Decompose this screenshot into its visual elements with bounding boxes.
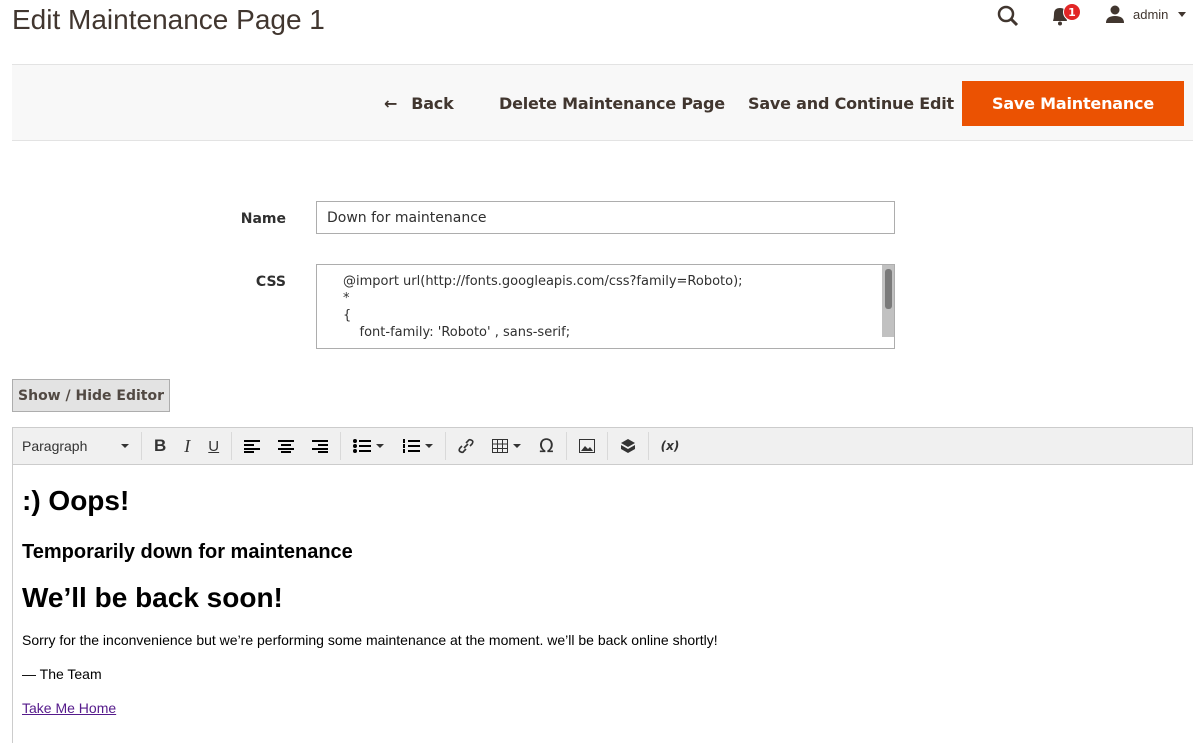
heading-down: Temporarily down for maintenance [22,541,353,563]
page-title: Edit Maintenance Page 1 [12,4,325,35]
table-icon[interactable] [483,427,530,465]
css-textarea[interactable]: @import url(http://fonts.googleapis.com/… [316,264,895,349]
user-name: admin [1133,6,1169,22]
home-link[interactable]: Take Me Home [22,700,116,716]
widget-icon[interactable] [611,427,645,465]
heading-oops: :) Oops! [22,485,130,516]
italic-icon[interactable]: I [175,427,199,465]
link-icon[interactable] [449,427,483,465]
variable-icon[interactable]: (x) [652,427,689,465]
chevron-down-icon [1178,11,1187,17]
back-button[interactable]: ← Back [384,81,454,126]
special-character-icon[interactable]: Ω [530,427,563,465]
format-select[interactable]: Paragraph [13,427,138,465]
signature-text: — The Team [22,666,102,682]
name-input[interactable] [316,201,895,234]
align-left-icon[interactable] [235,427,269,465]
editor-toolbar: Paragraph B I U Ω (x) [12,427,1193,465]
underline-icon[interactable]: U [199,427,228,465]
arrow-left-icon: ← [384,94,398,113]
align-right-icon[interactable] [303,427,337,465]
apology-text: Sorry for the inconvenience but we’re pe… [22,632,718,648]
user-menu[interactable]: admin [1105,5,1187,23]
save-button[interactable]: Save Maintenance Page [962,81,1184,158]
bold-icon[interactable]: B [145,427,175,465]
delete-button[interactable]: Delete Maintenance Page [499,81,725,126]
notification-badge[interactable]: 1 [1063,3,1081,21]
heading-back-soon: We’ll be back soon! [22,582,283,613]
css-label: CSS [255,274,286,290]
show-hide-editor-button[interactable]: Show / Hide Editor [12,379,170,412]
wysiwyg-editor[interactable]: :) Oops! Temporarily down for maintenanc… [12,465,1193,743]
name-label: Name [240,211,286,227]
save-continue-button[interactable]: Save and Continue Edit [748,81,954,126]
align-center-icon[interactable] [269,427,303,465]
numbered-list-icon[interactable] [393,427,442,465]
scrollbar[interactable] [882,265,894,337]
search-icon[interactable] [996,4,1020,28]
page-actions: ← Back Delete Maintenance Page Save and C… [12,64,1193,158]
image-icon[interactable] [570,427,604,465]
bullet-list-icon[interactable] [344,427,393,465]
user-icon [1106,5,1124,23]
